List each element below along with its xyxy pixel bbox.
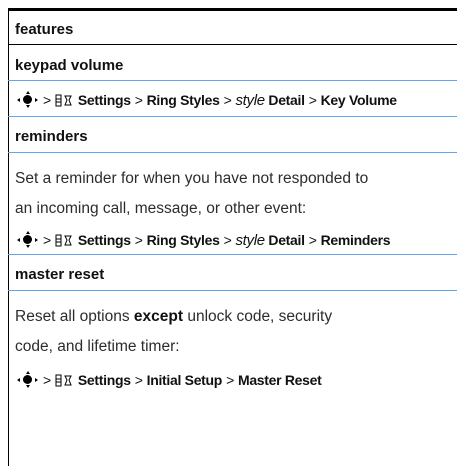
path-separator: > xyxy=(43,232,51,248)
left-margin-rule xyxy=(8,8,9,466)
path-key-volume: Key Volume xyxy=(320,92,397,108)
nav-key-icon xyxy=(15,371,39,388)
divider xyxy=(8,80,457,81)
settings-icon xyxy=(55,374,72,387)
emphasis-except: except xyxy=(133,308,184,325)
reminders-text-line2: an incoming call, message, or other even… xyxy=(15,200,307,217)
keypad-volume-path: > Settings > Ring Styles > style Detail > Key V… xyxy=(15,91,397,109)
path-separator: > xyxy=(134,232,143,248)
reminders-text-line1: Set a reminder for when you have not res… xyxy=(15,170,369,187)
path-settings: Settings xyxy=(77,232,131,248)
path-ring-styles: Ring Styles xyxy=(146,232,220,248)
settings-icon xyxy=(55,234,72,247)
path-separator: > xyxy=(226,372,234,388)
path-separator: > xyxy=(223,232,232,248)
path-separator: > xyxy=(308,92,317,108)
divider xyxy=(8,254,457,255)
master-reset-text-line2: code, and lifetime timer: xyxy=(15,338,180,355)
divider xyxy=(8,44,457,45)
settings-icon xyxy=(55,94,72,107)
reminders-heading: reminders xyxy=(15,128,88,145)
path-style-word: style xyxy=(235,92,265,109)
path-settings: Settings xyxy=(77,372,131,388)
reminders-path: > Settings > Ring Styles > style Detail > Remin… xyxy=(15,231,391,249)
path-separator: > xyxy=(134,92,143,108)
divider xyxy=(8,152,457,153)
path-separator: > xyxy=(308,232,317,248)
master-reset-path: > Settings > Initial Setup > Master Reset xyxy=(15,371,322,388)
top-rule xyxy=(8,8,457,11)
path-reminders: Reminders xyxy=(320,232,391,248)
path-separator: > xyxy=(134,372,143,388)
divider xyxy=(8,290,457,291)
section-title: features xyxy=(15,21,74,38)
master-reset-heading: master reset xyxy=(15,266,105,283)
path-initial-setup: Initial Setup xyxy=(146,372,223,388)
path-separator: > xyxy=(223,92,232,108)
path-style-word: style xyxy=(235,232,265,249)
keypad-volume-heading: keypad volume xyxy=(15,57,124,74)
nav-key-icon xyxy=(15,231,39,248)
path-settings: Settings xyxy=(77,92,131,108)
manual-page: features keypad volume > Settings > Ring St… xyxy=(8,8,457,466)
path-separator: > xyxy=(43,92,51,108)
path-detail: Detail xyxy=(268,232,305,248)
nav-key-icon xyxy=(15,91,39,108)
master-reset-text-line1: Reset all options except unlock code, se… xyxy=(15,309,332,325)
path-ring-styles: Ring Styles xyxy=(146,92,220,108)
text: Reset all options xyxy=(15,308,134,325)
text: unlock code, security xyxy=(183,308,333,325)
divider xyxy=(8,116,457,117)
path-master-reset: Master Reset xyxy=(237,372,322,388)
path-separator: > xyxy=(43,372,51,388)
path-detail: Detail xyxy=(268,92,305,108)
